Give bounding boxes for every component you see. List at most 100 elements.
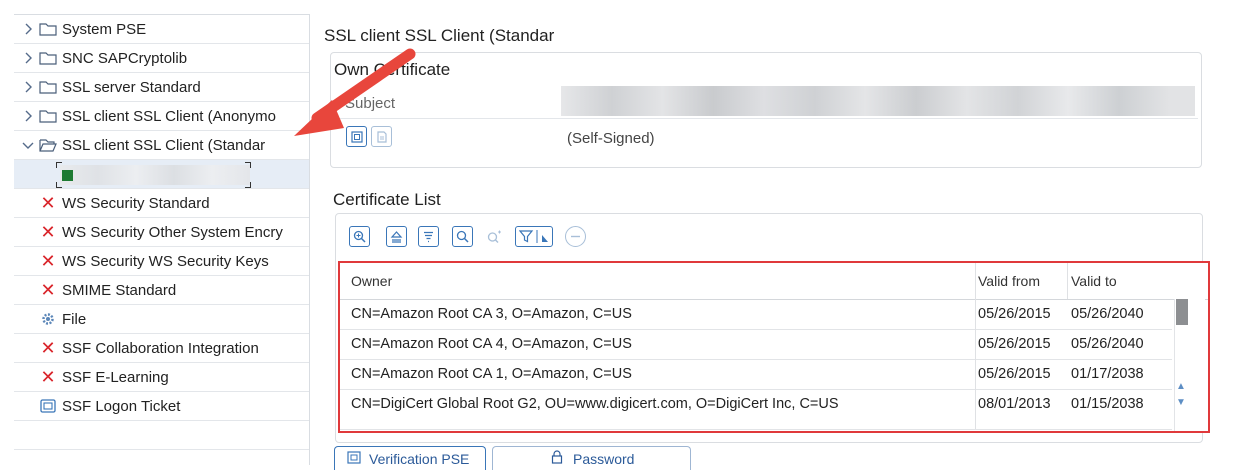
table-row[interactable]: CN=Amazon Root CA 3, O=Amazon, C=US 05/2… bbox=[340, 299, 1172, 330]
chevron-down-icon[interactable] bbox=[20, 141, 36, 150]
tree-item-label: SNC SAPCryptolib bbox=[62, 49, 188, 67]
tree-item-label: SMIME Standard bbox=[62, 281, 177, 299]
tree-item-label: System PSE bbox=[62, 20, 147, 38]
tree-item-label: SSF Collaboration Integration bbox=[62, 339, 259, 357]
tree-item-label: SSL client SSL Client (Standar bbox=[62, 136, 266, 154]
tree-item-ws-security-standard[interactable]: ✕ WS Security Standard bbox=[14, 189, 309, 218]
tree-item-label: SSL client SSL Client (Anonymo bbox=[62, 107, 276, 125]
tree-item-label: SSF Logon Ticket bbox=[62, 397, 181, 415]
owner-cell: CN=Amazon Root CA 4, O=Amazon, C=US bbox=[351, 336, 632, 352]
error-x-icon: ✕ bbox=[40, 251, 56, 271]
tree-item-ws-security-other-system[interactable]: ✕ WS Security Other System Encry bbox=[14, 218, 309, 247]
column-divider bbox=[975, 359, 976, 389]
subject-value-redacted bbox=[561, 86, 1195, 116]
tab-label: Password bbox=[573, 450, 635, 467]
focus-corner bbox=[56, 182, 62, 188]
folder-icon bbox=[38, 80, 58, 94]
valid-to-cell: 05/26/2040 bbox=[1071, 336, 1144, 352]
chevron-right-icon[interactable] bbox=[20, 52, 36, 64]
column-divider bbox=[975, 299, 976, 329]
folder-open-icon bbox=[38, 138, 58, 152]
folder-icon bbox=[38, 109, 58, 123]
owner-cell: CN=Amazon Root CA 1, O=Amazon, C=US bbox=[351, 366, 632, 382]
column-divider[interactable] bbox=[1067, 263, 1068, 299]
tree-item-ssl-client-anonymous[interactable]: SSL client SSL Client (Anonymo bbox=[14, 102, 309, 131]
valid-from-cell: 05/26/2015 bbox=[978, 366, 1051, 382]
error-x-icon: ✕ bbox=[40, 367, 56, 387]
error-x-icon: ✕ bbox=[40, 338, 56, 358]
table-row[interactable]: CN=Amazon Root CA 1, O=Amazon, C=US 05/2… bbox=[340, 359, 1172, 390]
error-x-icon: ✕ bbox=[40, 222, 56, 242]
sort-ascending-button[interactable] bbox=[386, 226, 407, 247]
ticket-icon bbox=[38, 399, 58, 413]
table-header: Owner Valid from Valid to bbox=[340, 263, 1208, 300]
tree-item-label: SSF E-Learning bbox=[62, 368, 169, 386]
certificate-details-button[interactable] bbox=[346, 126, 367, 147]
search-next-icon[interactable] bbox=[484, 226, 505, 247]
column-divider bbox=[975, 329, 976, 359]
certificate-status-icon bbox=[62, 170, 73, 181]
remove-icon[interactable] bbox=[565, 226, 586, 247]
tab-password[interactable]: Password bbox=[492, 446, 691, 470]
table-row[interactable]: CN=DigiCert Global Root G2, OU=www.digic… bbox=[340, 389, 1172, 430]
tree-item-smime-standard[interactable]: ✕ SMIME Standard bbox=[14, 276, 309, 305]
tree-item-ssf-logon-ticket[interactable]: SSF Logon Ticket bbox=[14, 392, 309, 421]
chevron-right-icon[interactable] bbox=[20, 110, 36, 122]
subject-label: Subject bbox=[345, 95, 396, 112]
valid-from-cell: 08/01/2013 bbox=[978, 396, 1051, 412]
tree-item-label: WS Security Other System Encry bbox=[62, 223, 283, 241]
valid-to-cell: 05/26/2040 bbox=[1071, 306, 1144, 322]
error-x-icon: ✕ bbox=[40, 280, 56, 300]
pse-tree: System PSE SNC SAPCryptolib SSL server S… bbox=[14, 14, 310, 465]
certificate-icon bbox=[347, 450, 361, 467]
tree-item-label: WS Security Standard bbox=[62, 194, 210, 212]
export-certificate-button[interactable] bbox=[371, 126, 392, 147]
tree-item-label: SSL server Standard bbox=[62, 78, 201, 96]
zoom-details-button[interactable] bbox=[349, 226, 370, 247]
gear-icon bbox=[38, 312, 58, 326]
column-divider bbox=[975, 389, 976, 429]
valid-to-cell: 01/15/2038 bbox=[1071, 396, 1144, 412]
certificate-table: Owner Valid from Valid to CN=Amazon Root… bbox=[338, 261, 1210, 433]
valid-from-cell: 05/26/2015 bbox=[978, 336, 1051, 352]
tab-label: Verification PSE bbox=[369, 450, 470, 467]
column-divider[interactable] bbox=[975, 263, 976, 299]
filter-dropdown-button[interactable] bbox=[515, 226, 553, 247]
tree-item-file[interactable]: File bbox=[14, 305, 309, 334]
table-row[interactable]: CN=Amazon Root CA 4, O=Amazon, C=US 05/2… bbox=[340, 329, 1172, 360]
valid-to-cell: 01/17/2038 bbox=[1071, 366, 1144, 382]
search-icon[interactable] bbox=[452, 226, 473, 247]
tree-item-label: WS Security WS Security Keys bbox=[62, 252, 269, 270]
chevron-right-icon[interactable] bbox=[20, 81, 36, 93]
tree-item-ssl-client-standard[interactable]: SSL client SSL Client (Standar bbox=[14, 131, 309, 160]
owner-cell: CN=Amazon Root CA 3, O=Amazon, C=US bbox=[351, 306, 632, 322]
column-valid-from[interactable]: Valid from bbox=[978, 263, 1070, 299]
column-valid-to[interactable]: Valid to bbox=[1071, 263, 1171, 299]
tree-item-ws-security-keys[interactable]: ✕ WS Security WS Security Keys bbox=[14, 247, 309, 276]
focus-corner bbox=[245, 182, 251, 188]
tree-item-system-pse[interactable]: System PSE bbox=[14, 15, 309, 44]
scroll-up-icon[interactable]: ▲ bbox=[1176, 381, 1186, 392]
self-signed-text: (Self-Signed) bbox=[567, 130, 655, 147]
tab-verification-pse[interactable]: Verification PSE bbox=[334, 446, 486, 470]
focus-corner bbox=[245, 162, 251, 168]
lock-icon bbox=[551, 450, 563, 467]
divider bbox=[336, 118, 1198, 119]
tree-item-ssf-collaboration[interactable]: ✕ SSF Collaboration Integration bbox=[14, 334, 309, 363]
detail-title: SSL client SSL Client (Standar bbox=[324, 26, 555, 45]
column-owner[interactable]: Owner bbox=[351, 263, 977, 299]
tree-item-ssf-e-learning[interactable]: ✕ SSF E-Learning bbox=[14, 363, 309, 392]
owner-cell: CN=DigiCert Global Root G2, OU=www.digic… bbox=[351, 396, 839, 412]
folder-icon bbox=[38, 22, 58, 36]
folder-icon bbox=[38, 51, 58, 65]
chevron-right-icon[interactable] bbox=[20, 23, 36, 35]
tree-empty-row bbox=[14, 421, 309, 450]
tree-item-ssl-server-standard[interactable]: SSL server Standard bbox=[14, 73, 309, 102]
scrollbar-thumb[interactable] bbox=[1176, 299, 1188, 325]
sort-descending-button[interactable] bbox=[418, 226, 439, 247]
redacted-label bbox=[60, 165, 250, 185]
focus-corner bbox=[56, 162, 62, 168]
tree-item-snc-sapcryptolib[interactable]: SNC SAPCryptolib bbox=[14, 44, 309, 73]
tree-item-own-certificate-selected[interactable] bbox=[14, 160, 309, 189]
scroll-down-icon[interactable]: ▼ bbox=[1176, 397, 1186, 408]
